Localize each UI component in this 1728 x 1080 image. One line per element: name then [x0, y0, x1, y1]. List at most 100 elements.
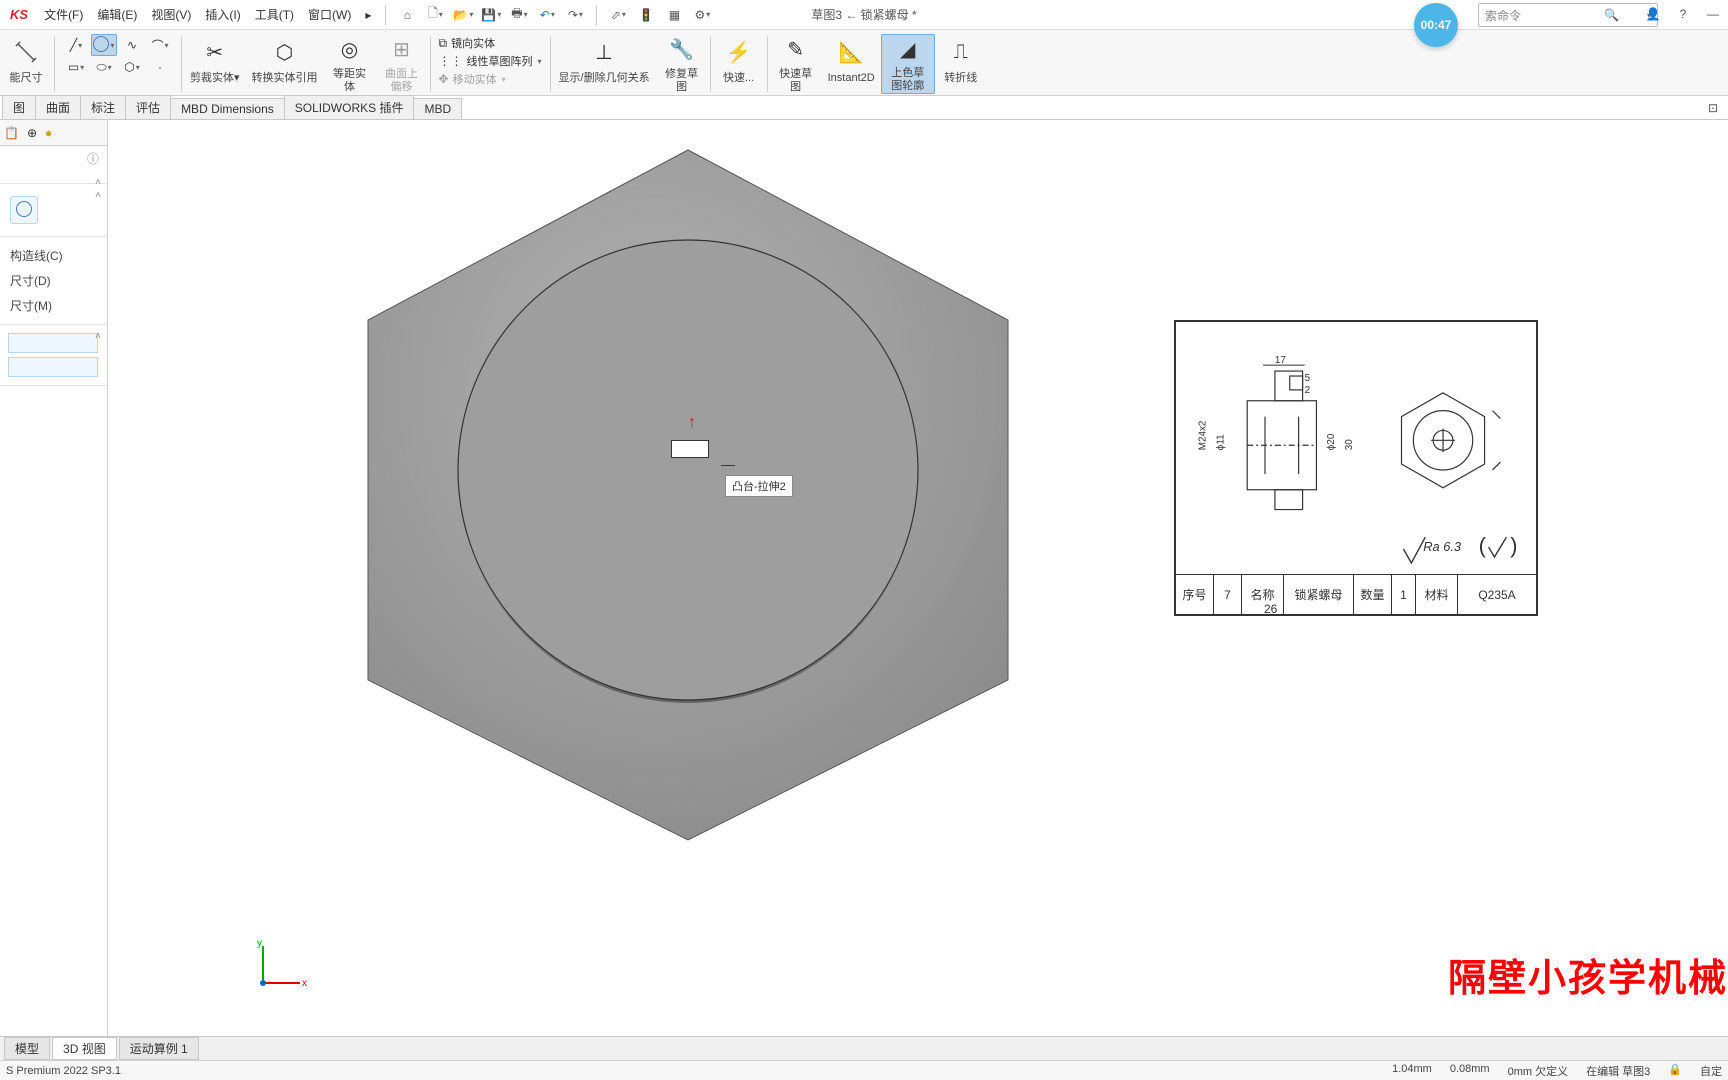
status-lock-icon[interactable]: 🔒 [1668, 1063, 1682, 1079]
chevron-up-icon[interactable]: ˄ [95, 190, 101, 201]
tab-annotate[interactable]: 标注 [80, 95, 126, 119]
select-icon[interactable]: ⬀▾ [607, 4, 629, 26]
close-panel-icon[interactable]: ⊡ [1702, 97, 1724, 119]
param-input-2[interactable] [8, 357, 98, 377]
svg-text:5: 5 [1305, 373, 1311, 384]
ribbon-quick[interactable]: ⚡ 快速... [713, 34, 765, 94]
menu-more-arrow[interactable]: ▸ [361, 5, 375, 25]
polygon-icon[interactable]: ⬡▾ [119, 56, 145, 78]
appearance-tab-icon[interactable]: ● [45, 126, 52, 140]
search-input[interactable]: 索命令 🔍 ▾ [1478, 3, 1658, 27]
help-icon[interactable]: ? [1672, 3, 1694, 25]
help-mini-icon[interactable]: ⓘ [87, 152, 99, 166]
menubar: KS 文件(F) 编辑(E) 视图(V) 插入(I) 工具(T) 窗口(W) ▸… [0, 0, 1728, 30]
param-input-1[interactable] [8, 333, 98, 353]
status-edit: 在编辑 草图3 [1586, 1063, 1650, 1079]
mirror-icon[interactable]: ⧉ [439, 36, 448, 51]
ribbon-convert[interactable]: ⬡ 转换实体引用 [246, 34, 324, 94]
traffic-icon[interactable]: 🚦 [635, 4, 657, 26]
canvas[interactable]: ↑ — 凸台-拉伸2 y x [108, 120, 1728, 1036]
open-icon[interactable]: 📂▾ [452, 4, 474, 26]
trim-icon[interactable]: ✂ [195, 34, 235, 70]
ribbon-relations[interactable]: ⊥ 显示/删除几何关系 [553, 34, 656, 94]
svg-text:x: x [302, 978, 307, 989]
ribbon-shaded[interactable]: ◢ 上色草 图轮廓 [881, 34, 935, 94]
tab-surface[interactable]: 曲面 [35, 95, 81, 119]
circle-center-icon[interactable] [10, 196, 38, 224]
label[interactable]: 线性草图阵列 [467, 53, 533, 69]
undo-icon[interactable]: ↶▾ [536, 4, 558, 26]
btab-model[interactable]: 模型 [4, 1037, 50, 1060]
svg-text:30: 30 [1344, 439, 1355, 450]
line-icon[interactable]: ╱▾ [63, 34, 89, 56]
tab-evaluate[interactable]: 评估 [125, 95, 171, 119]
slot-icon[interactable]: ⬭▾ [91, 56, 117, 78]
ribbon-break[interactable]: ⎍ 转折线 [935, 34, 987, 94]
quick-icon[interactable]: ⚡ [719, 34, 759, 70]
ribbon-repair[interactable]: 🔧 修复草 图 [656, 34, 708, 94]
home-icon[interactable]: ⌂ [396, 4, 418, 26]
menu-tools[interactable]: 工具(T) [251, 3, 298, 26]
size-m-option[interactable]: 尺寸(M) [4, 293, 103, 318]
chevron-up-icon[interactable]: ˄ [95, 331, 101, 342]
tab-mbd-dim[interactable]: MBD Dimensions [170, 98, 285, 119]
menu-insert[interactable]: 插入(I) [201, 3, 244, 26]
settings-icon[interactable]: ⚙▾ [691, 4, 713, 26]
value: 锁紧螺母 [1284, 575, 1354, 614]
quick-sketch-icon[interactable]: ✎ [776, 34, 816, 66]
feature-tree-icon[interactable]: 📋 [4, 126, 19, 140]
status-auto: 自定 [1700, 1063, 1722, 1079]
panel-options: 构造线(C) 尺寸(D) 尺寸(M) [0, 237, 107, 325]
shaded-icon[interactable]: ◢ [888, 35, 928, 65]
new-icon[interactable]: 🗋▾ [424, 4, 446, 26]
spline-icon[interactable]: ∿ [119, 34, 145, 56]
ribbon-trim[interactable]: ✂ 剪裁实体▾ [184, 34, 246, 94]
pattern-icon[interactable]: ⋮⋮ [439, 54, 463, 68]
relations-icon[interactable]: ⊥ [584, 34, 624, 70]
tab-plugins[interactable]: SOLIDWORKS 插件 [284, 95, 415, 119]
ribbon-offset[interactable]: ◎ 等距实 体 [324, 34, 376, 94]
user-icon[interactable]: 👤 [1642, 3, 1664, 25]
btab-3dview[interactable]: 3D 视图 [52, 1037, 117, 1060]
triad-icon[interactable]: y x [248, 938, 308, 998]
circle-icon[interactable]: ▾ [91, 34, 117, 56]
save-icon[interactable]: 💾▾ [480, 4, 502, 26]
label: 修复草 图 [665, 68, 698, 94]
label: 曲面上 偏移 [385, 68, 418, 94]
label: 显示/删除几何关系 [559, 72, 650, 85]
label: 材料 [1416, 575, 1458, 614]
ribbon-quick-sketch[interactable]: ✎ 快速草 图 [770, 34, 822, 94]
rect-icon[interactable]: ▭▾ [63, 56, 89, 78]
arc-icon[interactable]: ⌒▾ [147, 34, 173, 56]
menu-file[interactable]: 文件(F) [40, 3, 87, 26]
tab-mbd[interactable]: MBD [413, 98, 462, 119]
tab-feature[interactable]: 图 [2, 95, 36, 119]
dimension-icon[interactable] [6, 34, 46, 70]
repair-icon[interactable]: 🔧 [662, 34, 702, 66]
point-icon[interactable]: · [147, 56, 173, 78]
convert-icon[interactable]: ⬡ [265, 34, 305, 70]
print-icon[interactable]: 🖶▾ [508, 4, 530, 26]
ribbon-surface-offset[interactable]: ⊞ 曲面上 偏移 [376, 34, 428, 94]
label: 上色草 图轮廓 [891, 67, 924, 93]
instant2d-icon[interactable]: 📐 [831, 34, 871, 70]
ribbon-dimension[interactable]: 能尺寸 [0, 34, 52, 94]
menu-window[interactable]: 窗口(W) [304, 3, 355, 26]
offset-icon[interactable]: ◎ [330, 34, 370, 66]
status-coord1: 1.04mm [1392, 1063, 1432, 1079]
redo-icon[interactable]: ↷▾ [564, 4, 586, 26]
menu-edit[interactable]: 编辑(E) [93, 3, 141, 26]
menu-view[interactable]: 视图(V) [147, 3, 195, 26]
search-icon[interactable]: 🔍 [1604, 8, 1619, 22]
construction-option[interactable]: 构造线(C) [4, 243, 103, 268]
ribbon-instant2d[interactable]: 📐 Instant2D [822, 34, 881, 94]
btab-motion[interactable]: 运动算例 1 [119, 1037, 199, 1060]
ribbon: 能尺寸 ╱▾ ▾ ∿ ⌒▾ ▭▾ ⬭▾ ⬡▾ · ✂ 剪裁实体▾ ⬡ 转换实体引… [0, 30, 1728, 96]
minimize-icon[interactable]: — [1702, 3, 1724, 25]
config-icon[interactable]: ⊕ [27, 126, 37, 140]
list-icon[interactable]: ▦ [663, 4, 685, 26]
label[interactable]: 镜向实体 [451, 35, 495, 51]
value: 1 [1392, 575, 1416, 614]
size-d-option[interactable]: 尺寸(D) [4, 268, 103, 293]
break-icon[interactable]: ⎍ [941, 34, 981, 70]
